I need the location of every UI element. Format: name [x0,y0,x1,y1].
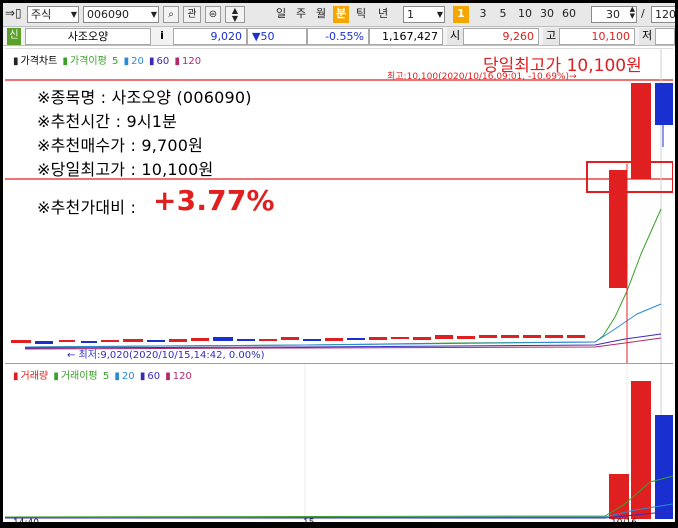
candle [609,170,627,288]
candle [545,335,563,338]
spin-updown-icon[interactable]: ▲ ▼ [225,6,245,23]
candle [523,335,541,338]
highlight-box [586,161,673,193]
candle [479,335,497,338]
candle [391,337,409,339]
current-price: 9,020 [173,28,247,45]
candle [101,340,119,342]
change-percent: -0.55% [307,28,369,45]
price-ma5-line [24,208,662,348]
new-badge: 신 [7,28,21,45]
candle [631,83,651,179]
low-label: 저 [639,28,655,45]
trade-volume: 1,167,427 [369,28,443,45]
vs-rec-value: +3.77% [153,184,275,217]
window-bottom-border [0,522,678,528]
spin-updown-icon[interactable]: ▲ ▼ [630,6,635,20]
low-value [655,28,675,45]
tab-year[interactable]: 년 [375,6,391,23]
candle [369,337,387,340]
candle [457,336,475,339]
total-count-input[interactable]: 120 [651,6,675,23]
candle [11,340,31,343]
chevron-down-icon[interactable]: ▼ [437,7,443,22]
tab-week[interactable]: 주 [293,6,309,23]
candle [191,338,209,341]
code-input-value: 006090 [87,8,129,21]
candle [59,340,75,342]
code-input[interactable]: 006090 ▼ [83,6,159,23]
up-circle-icon[interactable]: ⊜ [205,6,221,23]
interval-5-button[interactable]: 5 [495,6,511,23]
quote-bar: 신 사조오양 i 9,020 ▼50 -0.55% 1,167,427 시 9,… [3,27,675,46]
high-marker-label: 최고:10,100(2020/10/16,09:01, -10.69%)→ [387,72,577,82]
tab-day[interactable]: 일 [273,6,289,23]
open-label: 시 [447,28,463,45]
interval-60-button[interactable]: 60 [559,6,579,23]
chevron-down-icon[interactable]: ▼ [71,7,77,22]
interval-1-button[interactable]: 1 [453,6,469,23]
stock-name-field[interactable]: 사조오양 [25,28,151,45]
candle [435,335,453,339]
market-select-value: 주식 [31,8,52,21]
candle [281,337,299,340]
high-label: 고 [543,28,559,45]
market-select[interactable]: 주식 ▼ [27,6,79,23]
candle [259,339,277,341]
chevron-down-icon[interactable]: ▼ [151,7,157,22]
chart-window: ⇒▯ 주식 ▼ 006090 ▼ ⌕ 관 ⊜ ▲ ▼ 일 주 월 분 틱 년 1 … [0,0,678,528]
high-value: 10,100 [559,28,635,45]
interval-select-value: 1 [407,8,414,21]
volume-ma5-line [5,475,673,518]
price-chart-pane[interactable]: ▮ 가격차트 ▮ 가격이평 5 ▮ 20 ▮ 60 ▮ 120 당일최고가 10… [5,48,673,364]
link-arrow-icon[interactable]: ⇒▯ [5,6,25,23]
slash-separator: / [641,7,645,20]
stock-name-line: ※종목명 : 사조오양 (006090) [37,88,252,107]
tab-minute[interactable]: 분 [333,6,349,23]
interval-select[interactable]: 1 ▼ [403,6,445,23]
volume-chart-pane[interactable]: ▮ 거래량 ▮ 거래이평 5 ▮ 20 ▮ 60 ▮ 120 [5,363,673,519]
candle [169,339,187,342]
candle [35,341,53,344]
candle [237,339,255,341]
candle [501,335,519,338]
count-input[interactable]: 30 ▲ ▼ [591,6,637,23]
interval-10-button[interactable]: 10 [515,6,535,23]
gwan-button[interactable]: 관 [183,6,201,23]
candle [567,335,585,338]
candle [147,340,165,342]
candle [347,338,365,340]
candle [303,339,321,341]
candle [325,338,343,341]
open-value: 9,260 [463,28,539,45]
candle [81,341,97,343]
day-high-line: ※당일최고가 : 10,100원 [37,160,214,179]
rec-time-line: ※추천시간 : 9시1분 [37,112,178,131]
toolbar-row-1: ⇒▯ 주식 ▼ 006090 ▼ ⌕ 관 ⊜ ▲ ▼ 일 주 월 분 틱 년 1 … [3,3,675,27]
price-change: ▼50 [247,28,307,45]
tab-tick[interactable]: 틱 [353,6,369,23]
candle [655,83,673,125]
candle [123,339,143,342]
low-marker-label: ← 최저:9,020(2020/10/15,14:42, 0.00%) [67,350,265,361]
count-input-value: 30 [606,8,620,21]
search-icon[interactable]: ⌕ [163,6,179,23]
volume-chart-svg [5,364,673,519]
info-button[interactable]: i [155,28,169,45]
volume-bar [655,415,673,519]
volume-bar [631,381,651,519]
candle [213,337,233,341]
tab-month[interactable]: 월 [313,6,329,23]
candle [413,337,431,340]
vs-rec-label: ※추천가대비 : [37,198,137,217]
rec-price-line: ※추천매수가 : 9,700원 [37,136,204,155]
interval-30-button[interactable]: 30 [537,6,557,23]
interval-3-button[interactable]: 3 [475,6,491,23]
